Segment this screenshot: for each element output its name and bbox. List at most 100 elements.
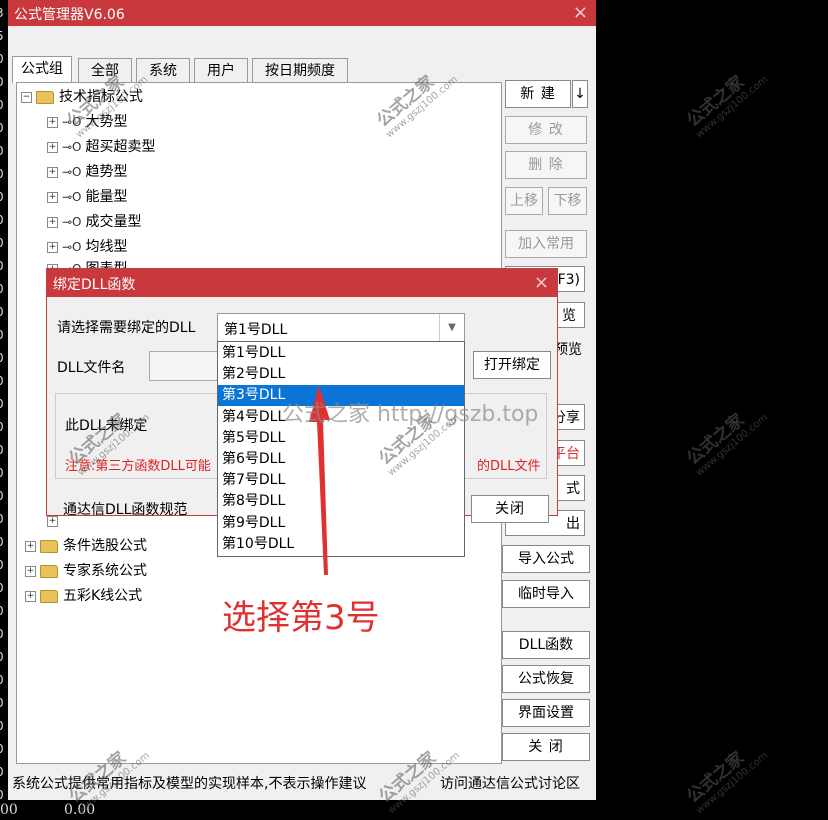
collapse-icon[interactable]: − [21, 91, 32, 103]
tab-formula-group[interactable]: 公式组 [12, 56, 72, 83]
tree-node-expert[interactable]: + 专家系统公式 [25, 561, 147, 581]
strip-number: 0 [0, 742, 4, 756]
expand-icon[interactable]: + [25, 565, 36, 577]
strip-number: 0 [0, 190, 4, 204]
expand-icon[interactable]: + [25, 590, 36, 602]
dll-filename-label: DLL文件名 [57, 360, 126, 376]
tab-user[interactable]: 用户 [194, 58, 248, 83]
strip-number: 0 [0, 489, 4, 503]
folder-icon [40, 564, 58, 578]
strip-number: 0 [0, 420, 4, 434]
ui-settings-button[interactable]: 界面设置 [502, 699, 590, 727]
tab-date-frequency[interactable]: 按日期频度 [252, 58, 348, 83]
expand-icon[interactable]: + [47, 216, 58, 228]
strip-number: 0 [0, 144, 4, 158]
strip-number: 0 [0, 650, 4, 664]
strip-number: 0 [0, 52, 4, 66]
chevron-down-icon[interactable]: ▼ [439, 314, 464, 342]
strip-number: 0 [0, 236, 4, 250]
strip-number: 0 [0, 673, 4, 687]
strip-number: 0 [0, 167, 4, 181]
dll-filename-field[interactable] [149, 351, 221, 381]
strip-number: 0 [0, 512, 4, 526]
tree-node-child[interactable]: + ⊸O 超买超卖型 [47, 137, 156, 157]
new-button[interactable]: 新 建 [505, 80, 571, 108]
dll-select[interactable]: 第1号DLL ▼ [217, 313, 465, 343]
delete-button[interactable]: 删 除 [505, 151, 587, 179]
preview-label[interactable]: 预览 [554, 339, 582, 359]
key-icon: ⊸O [62, 165, 82, 179]
expand-icon[interactable]: + [47, 515, 58, 527]
import-formula-button[interactable]: 导入公式 [502, 545, 590, 573]
strip-number: 0 [0, 558, 4, 572]
dll-function-button[interactable]: DLL函数 [502, 631, 590, 659]
dll-option[interactable]: 第1号DLL [218, 343, 464, 364]
background-strip: 3 5 0 0 0 0 0 0 0 0 0 0 0 0 0 0 0 0 0 0 0 0 0 0 0 0 0 0 0 0 0 0 0 0 0 [0, 0, 8, 820]
new-dropdown-button[interactable]: ↓ [572, 80, 588, 108]
tree-node-child[interactable]: + ⊸O 趋势型 [47, 162, 128, 182]
strip-number: 3 [0, 6, 4, 20]
annotation-text: 选择第3号 [222, 598, 380, 638]
strip-number: 0 [0, 213, 4, 227]
dialog-title-bar: 绑定DLL函数 × [47, 269, 557, 297]
strip-number: 0 [0, 788, 4, 802]
strip-number: 0 [0, 305, 4, 319]
strip-number: 0 [0, 351, 4, 365]
strip-number: 0 [0, 397, 4, 411]
tree-node-child[interactable]: + ⊸O 成交量型 [47, 212, 142, 232]
close-icon[interactable]: × [573, 2, 588, 23]
close-icon[interactable]: × [534, 272, 549, 293]
strip-number: 0 [0, 121, 4, 135]
strip-number: 0 [0, 443, 4, 457]
strip-number: 0 [0, 282, 4, 296]
strip-number: 0 [0, 581, 4, 595]
tree-node-label: 均线型 [85, 239, 128, 255]
dll-spec-link[interactable]: 通达信DLL函数规范 [63, 499, 187, 519]
strip-number: 0 [0, 374, 4, 388]
strip-number: 0 [0, 466, 4, 480]
open-bind-button[interactable]: 打开绑定 [473, 351, 551, 379]
strip-number: 0 [0, 75, 4, 89]
formula-restore-button[interactable]: 公式恢复 [502, 665, 590, 693]
move-up-button[interactable]: 上移 [505, 187, 543, 215]
strip-number: 5 [0, 29, 4, 43]
strip-number: 0 [0, 535, 4, 549]
modify-button[interactable]: 修 改 [505, 116, 587, 144]
dialog-close-button[interactable]: 关闭 [471, 495, 549, 523]
tree-node-child[interactable]: + ⊸O 均线型 [47, 237, 128, 257]
tree-node-label: 条件选股公式 [63, 538, 147, 554]
warning-text-end: 的DLL文件 [477, 459, 541, 474]
strip-number: 0 [0, 719, 4, 733]
tree-node-child[interactable]: + ⊸O 能量型 [47, 187, 128, 207]
tree-node-label: 趋势型 [85, 164, 128, 180]
dll-select-value: 第1号DLL [224, 322, 288, 338]
expand-icon[interactable]: + [47, 166, 58, 178]
expand-icon[interactable]: + [25, 540, 36, 552]
tree-node-label: 能量型 [85, 189, 128, 205]
dialog-title: 绑定DLL函数 [53, 277, 136, 293]
strip-number: 0 [0, 259, 4, 273]
strip-number: 0 [0, 604, 4, 618]
move-down-button[interactable]: 下移 [548, 187, 587, 215]
forum-link[interactable]: 访问通达信公式讨论区 [440, 773, 580, 793]
strip-number: 0 [0, 696, 4, 710]
window-title: 公式管理器V6.06 [14, 7, 125, 23]
tree-node-colorful-k[interactable]: + 五彩K线公式 [25, 586, 142, 606]
add-common-button[interactable]: 加入常用 [505, 230, 587, 258]
tree-node-label: 超买超卖型 [85, 139, 156, 155]
strip-number: 0 [0, 328, 4, 342]
tree-node-label: 五彩K线公式 [63, 588, 143, 604]
strip-number: 0 [0, 627, 4, 641]
title-bar: 公式管理器V6.06 × [8, 0, 596, 26]
temp-import-button[interactable]: 临时导入 [502, 580, 590, 608]
expand-icon[interactable]: + [47, 241, 58, 253]
strip-number: 0 [0, 765, 4, 779]
close-button[interactable]: 关 闭 [502, 733, 590, 761]
expand-icon[interactable]: + [47, 191, 58, 203]
tree-node-conditions[interactable]: + 条件选股公式 [25, 536, 147, 556]
tree-node-label: 专家系统公式 [63, 563, 147, 579]
expand-icon[interactable]: + [47, 141, 58, 153]
key-icon: ⊸O [62, 140, 82, 154]
strip-number: 0 [0, 98, 4, 112]
expand-icon[interactable]: + [47, 116, 58, 128]
